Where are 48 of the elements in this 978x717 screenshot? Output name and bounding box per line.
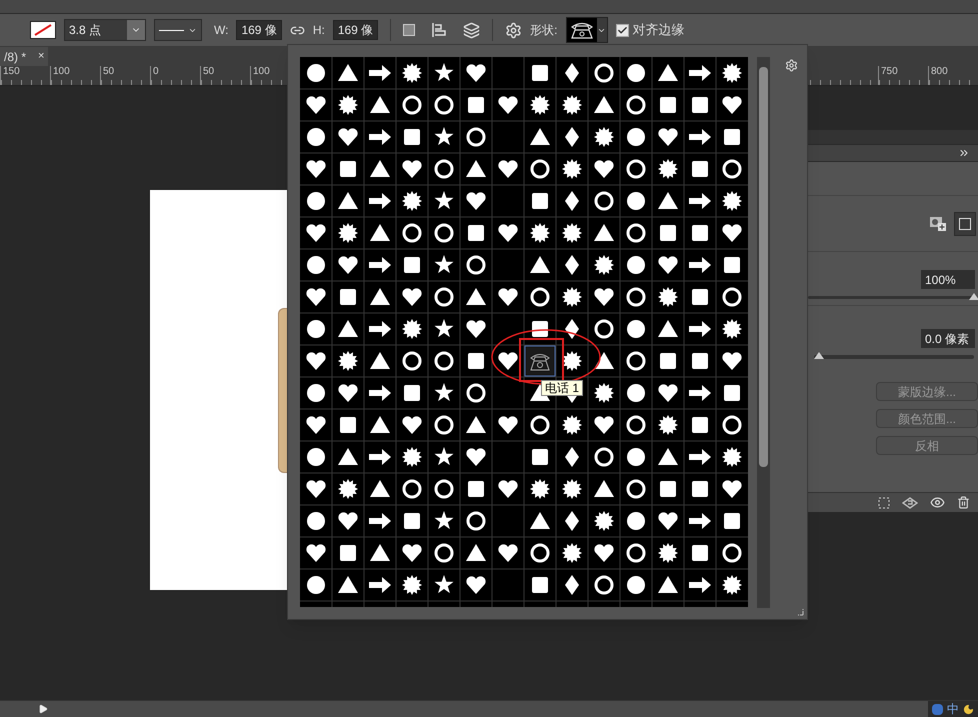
line-style-dropdown[interactable] xyxy=(154,19,202,41)
align-edges-checkbox[interactable] xyxy=(616,24,629,36)
path-operations-icon[interactable] xyxy=(403,24,416,36)
ime-mode-label[interactable]: 中 xyxy=(947,700,959,717)
height-field[interactable]: 169 像 xyxy=(332,20,378,40)
resize-grip-icon[interactable] xyxy=(796,608,804,616)
eye-icon[interactable] xyxy=(930,495,945,510)
check-icon xyxy=(616,24,628,36)
ruler-label: 750 xyxy=(880,66,899,78)
ruler-label: 0 xyxy=(152,66,160,78)
layers-icon[interactable] xyxy=(463,22,480,38)
settings-icon[interactable] xyxy=(505,22,522,38)
selection-icon[interactable] xyxy=(878,496,890,508)
moon-icon[interactable] xyxy=(963,704,974,714)
phone-icon xyxy=(570,21,593,39)
close-icon[interactable]: × xyxy=(38,51,44,62)
ruler-label: 100 xyxy=(52,66,71,78)
add-pixel-mask-icon[interactable] xyxy=(930,216,946,230)
slider-thumb[interactable] xyxy=(969,293,978,300)
stroke-swatch[interactable] xyxy=(30,21,56,39)
settings-icon[interactable] xyxy=(785,59,798,72)
ime-logo-icon[interactable] xyxy=(932,704,943,714)
apply-mask-icon[interactable] xyxy=(902,496,918,508)
ruler-label: 100 xyxy=(252,66,271,78)
stroke-width-dropdown[interactable]: 3.8 点 xyxy=(64,19,146,41)
ruler-label: 50 xyxy=(102,66,116,78)
ruler-label: 150 xyxy=(2,66,21,78)
shape-preview-dropdown[interactable] xyxy=(566,17,608,43)
feather-field[interactable]: 0.0 像素 xyxy=(921,329,975,348)
play-icon[interactable] xyxy=(38,704,48,714)
vector-mask-icon[interactable] xyxy=(954,212,976,236)
width-label: W: xyxy=(214,22,228,39)
density-field[interactable]: 100% xyxy=(921,270,975,289)
tooltip: 电话 1 xyxy=(541,380,584,396)
no-stroke-icon xyxy=(33,24,53,36)
density-slider[interactable] xyxy=(808,293,978,303)
height-label: H: xyxy=(312,22,325,39)
align-edges-label: 对齐边缘 xyxy=(632,21,685,40)
scrollbar[interactable] xyxy=(757,57,770,608)
shape-label: 形状: xyxy=(530,22,558,39)
path-alignment-icon[interactable] xyxy=(431,22,448,38)
collapse-icon[interactable] xyxy=(958,147,970,159)
shape-thumbnails-drawing[interactable] xyxy=(300,57,748,607)
trash-icon[interactable] xyxy=(957,496,970,509)
ruler-label: 800 xyxy=(930,66,949,78)
ruler-label: 50 xyxy=(202,66,216,78)
document-tab[interactable]: /8) * × xyxy=(0,47,48,66)
width-field[interactable]: 169 像 xyxy=(236,20,282,40)
